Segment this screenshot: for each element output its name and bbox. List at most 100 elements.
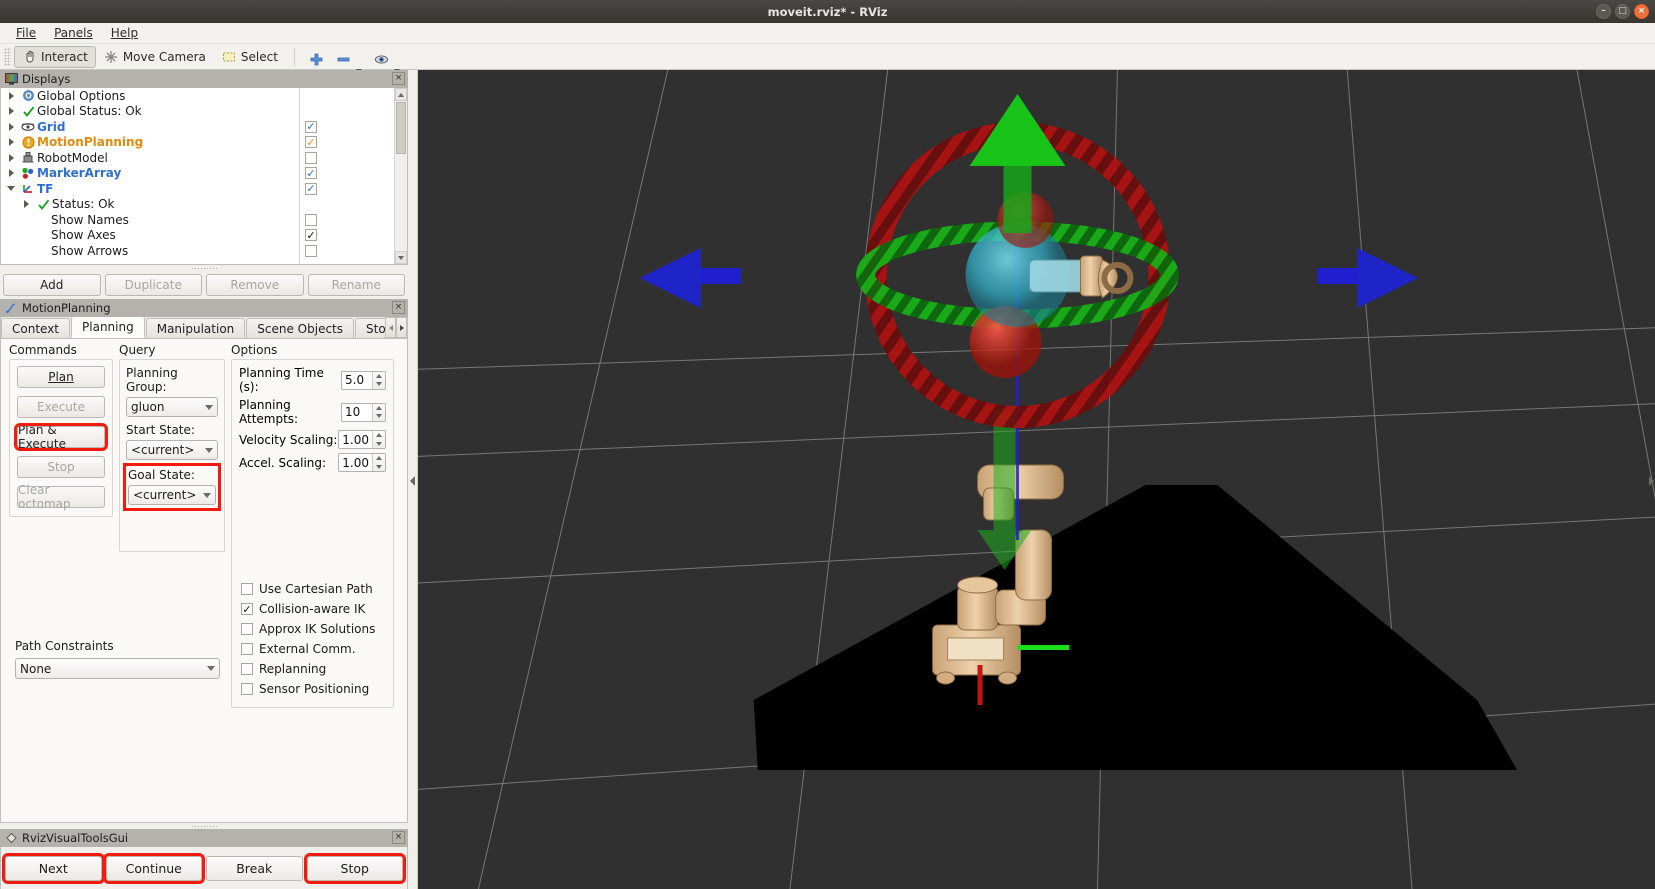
use-cartesian-path-row[interactable]: Use Cartesian Path	[241, 579, 375, 599]
goal-state-combo[interactable]: <current>	[128, 485, 216, 505]
displays-tree-row[interactable]: Global Options	[1, 88, 394, 104]
close-button[interactable]: ×	[1634, 4, 1649, 19]
path-constraints-combo[interactable]: None	[15, 658, 220, 679]
stepper-down-button[interactable]	[373, 380, 385, 389]
planning-attempts-steppers[interactable]	[372, 403, 385, 421]
external-comm-row[interactable]: External Comm.	[241, 639, 375, 659]
plan-button[interactable]: Plan	[17, 366, 105, 388]
velocity-scaling-spinbox[interactable]: 1.00	[338, 430, 386, 449]
displays-tree-row[interactable]: TF ✓	[1, 181, 394, 197]
displays-panel-close-icon[interactable]: ×	[392, 72, 405, 85]
displays-tree-row[interactable]: MotionPlanning ✓	[1, 135, 394, 151]
displays-tree-row-checkbox[interactable]: ✓	[305, 182, 317, 195]
replanning-row[interactable]: Replanning	[241, 659, 375, 679]
displays-tree-row-checkbox[interactable]: ✓	[305, 120, 317, 133]
rviz-stop-button[interactable]: Stop	[303, 853, 406, 884]
tree-expander[interactable]	[3, 169, 19, 178]
planning-group-combo[interactable]: gluon	[126, 397, 218, 417]
displays-tree[interactable]: Global Options Global Status: Ok Grid ✓ Moti…	[1, 88, 394, 264]
next-button[interactable]: Next	[2, 853, 105, 884]
tree-expander[interactable]	[3, 122, 19, 131]
tool-focus-camera-button[interactable]	[368, 46, 406, 73]
tab-manipulation[interactable]: Manipulation	[145, 318, 246, 338]
displays-tree-row[interactable]: MarkerArray ✓	[1, 166, 394, 182]
scrollbar-thumb[interactable]	[396, 102, 406, 154]
motion-planning-close-icon[interactable]: ×	[392, 301, 405, 314]
displays-tree-row-checkbox[interactable]	[305, 213, 317, 226]
rviz-visual-tools-close-icon[interactable]: ×	[392, 831, 405, 844]
tree-expander[interactable]	[3, 186, 19, 192]
displays-tree-row-checkbox[interactable]	[305, 151, 317, 164]
chevron-left-icon[interactable]	[410, 475, 415, 486]
break-button[interactable]: Break	[206, 856, 303, 881]
displays-tree-row[interactable]: Grid ✓	[1, 119, 394, 135]
planning-attempts-spinbox[interactable]: 10	[341, 402, 386, 422]
minimize-button[interactable]: –	[1596, 4, 1611, 19]
stepper-up-button[interactable]	[373, 454, 385, 463]
toolbar-grip[interactable]	[4, 47, 11, 66]
stepper-up-button[interactable]	[373, 404, 385, 413]
stepper-down-button[interactable]	[373, 412, 385, 421]
collision-aware-ik-row[interactable]: ✓ Collision-aware IK	[241, 599, 375, 619]
scroll-up-button[interactable]	[395, 88, 407, 101]
plan-and-execute-button[interactable]: Plan & Execute	[14, 423, 108, 451]
tabbar-scroll-left-button[interactable]	[385, 317, 396, 338]
accel-scaling-spinbox[interactable]: 1.00	[338, 453, 386, 472]
displays-tree-row-checkbox[interactable]: ✓	[305, 229, 317, 242]
sensor-positioning-checkbox[interactable]	[241, 683, 253, 695]
viewport-right-splitter[interactable]	[1647, 70, 1655, 889]
tree-expander[interactable]	[3, 91, 19, 100]
planning-time-steppers[interactable]	[372, 371, 385, 389]
stepper-up-button[interactable]	[373, 372, 385, 381]
scrollbar-track[interactable]	[395, 155, 407, 251]
approx-ik-solutions-row[interactable]: Approx IK Solutions	[241, 619, 375, 639]
viewport-left-splitter[interactable]	[408, 70, 417, 889]
use-cartesian-path-checkbox[interactable]	[241, 583, 253, 595]
start-state-combo[interactable]: <current>	[126, 440, 218, 460]
collision-aware-ik-checkbox[interactable]: ✓	[241, 603, 253, 615]
stop-button[interactable]: Stop	[17, 456, 105, 478]
tool-select-button[interactable]: Select	[214, 46, 286, 68]
scroll-down-button[interactable]	[395, 251, 407, 264]
displays-tree-scrollbar[interactable]	[394, 88, 407, 264]
menu-help[interactable]: Help	[102, 24, 147, 42]
menu-file[interactable]: File	[7, 24, 45, 42]
displays-tree-row[interactable]: Global Status: Ok	[1, 104, 394, 120]
stepper-up-button[interactable]	[373, 431, 385, 440]
displays-tree-row[interactable]: Show Names	[1, 212, 394, 228]
displays-tree-row[interactable]: RobotModel	[1, 150, 394, 166]
displays-tree-row[interactable]: Status: Ok	[1, 197, 394, 213]
displays-tree-row-checkbox[interactable]: ✓	[305, 167, 317, 180]
velocity-scaling-steppers[interactable]	[372, 431, 385, 448]
maximize-button[interactable]: □	[1615, 4, 1630, 19]
remove-display-button[interactable]: Remove	[206, 274, 304, 296]
approx-ik-solutions-checkbox[interactable]	[241, 623, 253, 635]
tabbar-scroll-right-button[interactable]	[396, 317, 407, 338]
tree-expander[interactable]	[18, 200, 34, 209]
planning-time-spinbox[interactable]: 5.0	[341, 370, 386, 390]
rename-display-button[interactable]: Rename	[307, 274, 405, 296]
menu-panels[interactable]: Panels	[45, 24, 102, 42]
add-display-button[interactable]: Add	[3, 274, 101, 296]
external-comm-checkbox[interactable]	[241, 643, 253, 655]
clear-octomap-button[interactable]: Clear octomap	[17, 483, 105, 511]
tab-context[interactable]: Context	[1, 318, 71, 338]
3d-viewport[interactable]	[417, 70, 1655, 889]
tool-add-button[interactable]	[303, 46, 330, 68]
tool-remove-button[interactable]	[330, 46, 368, 73]
tool-move-camera-button[interactable]: Move Camera	[96, 46, 214, 68]
displays-tree-row[interactable]: Show Arrows	[1, 243, 394, 259]
tool-interact-button[interactable]: Interact	[14, 45, 96, 68]
tab-planning[interactable]: Planning	[71, 317, 145, 338]
sensor-positioning-row[interactable]: Sensor Positioning	[241, 679, 375, 699]
stepper-down-button[interactable]	[373, 440, 385, 449]
tab-scene-objects[interactable]: Scene Objects	[246, 318, 354, 338]
displays-tree-row-checkbox[interactable]: ✓	[305, 136, 317, 149]
tree-expander[interactable]	[3, 138, 19, 147]
tree-expander[interactable]	[3, 107, 19, 116]
continue-button[interactable]: Continue	[102, 853, 205, 884]
displays-tree-row-checkbox[interactable]	[305, 244, 317, 257]
execute-button[interactable]: Execute	[17, 396, 105, 418]
tree-expander[interactable]	[3, 153, 19, 162]
displays-tree-row[interactable]: Show Axes ✓	[1, 228, 394, 244]
